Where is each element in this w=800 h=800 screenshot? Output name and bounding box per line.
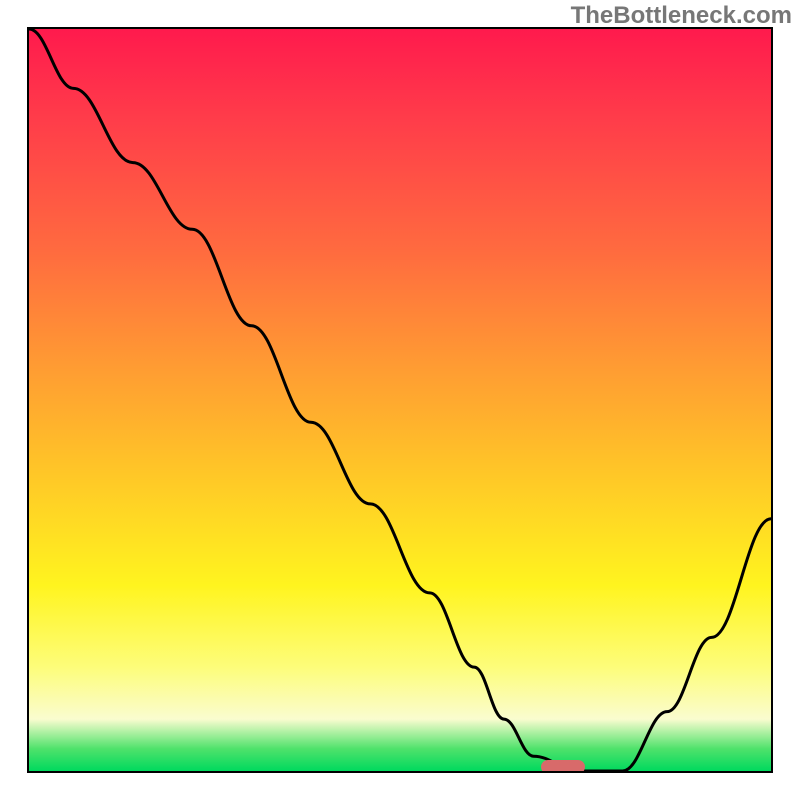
optimal-marker (541, 760, 585, 773)
bottleneck-curve-path (29, 29, 771, 771)
chart-container: TheBottleneck.com (0, 0, 800, 800)
watermark-text: TheBottleneck.com (571, 2, 792, 30)
plot-area (27, 27, 773, 773)
curve-layer (29, 29, 771, 771)
